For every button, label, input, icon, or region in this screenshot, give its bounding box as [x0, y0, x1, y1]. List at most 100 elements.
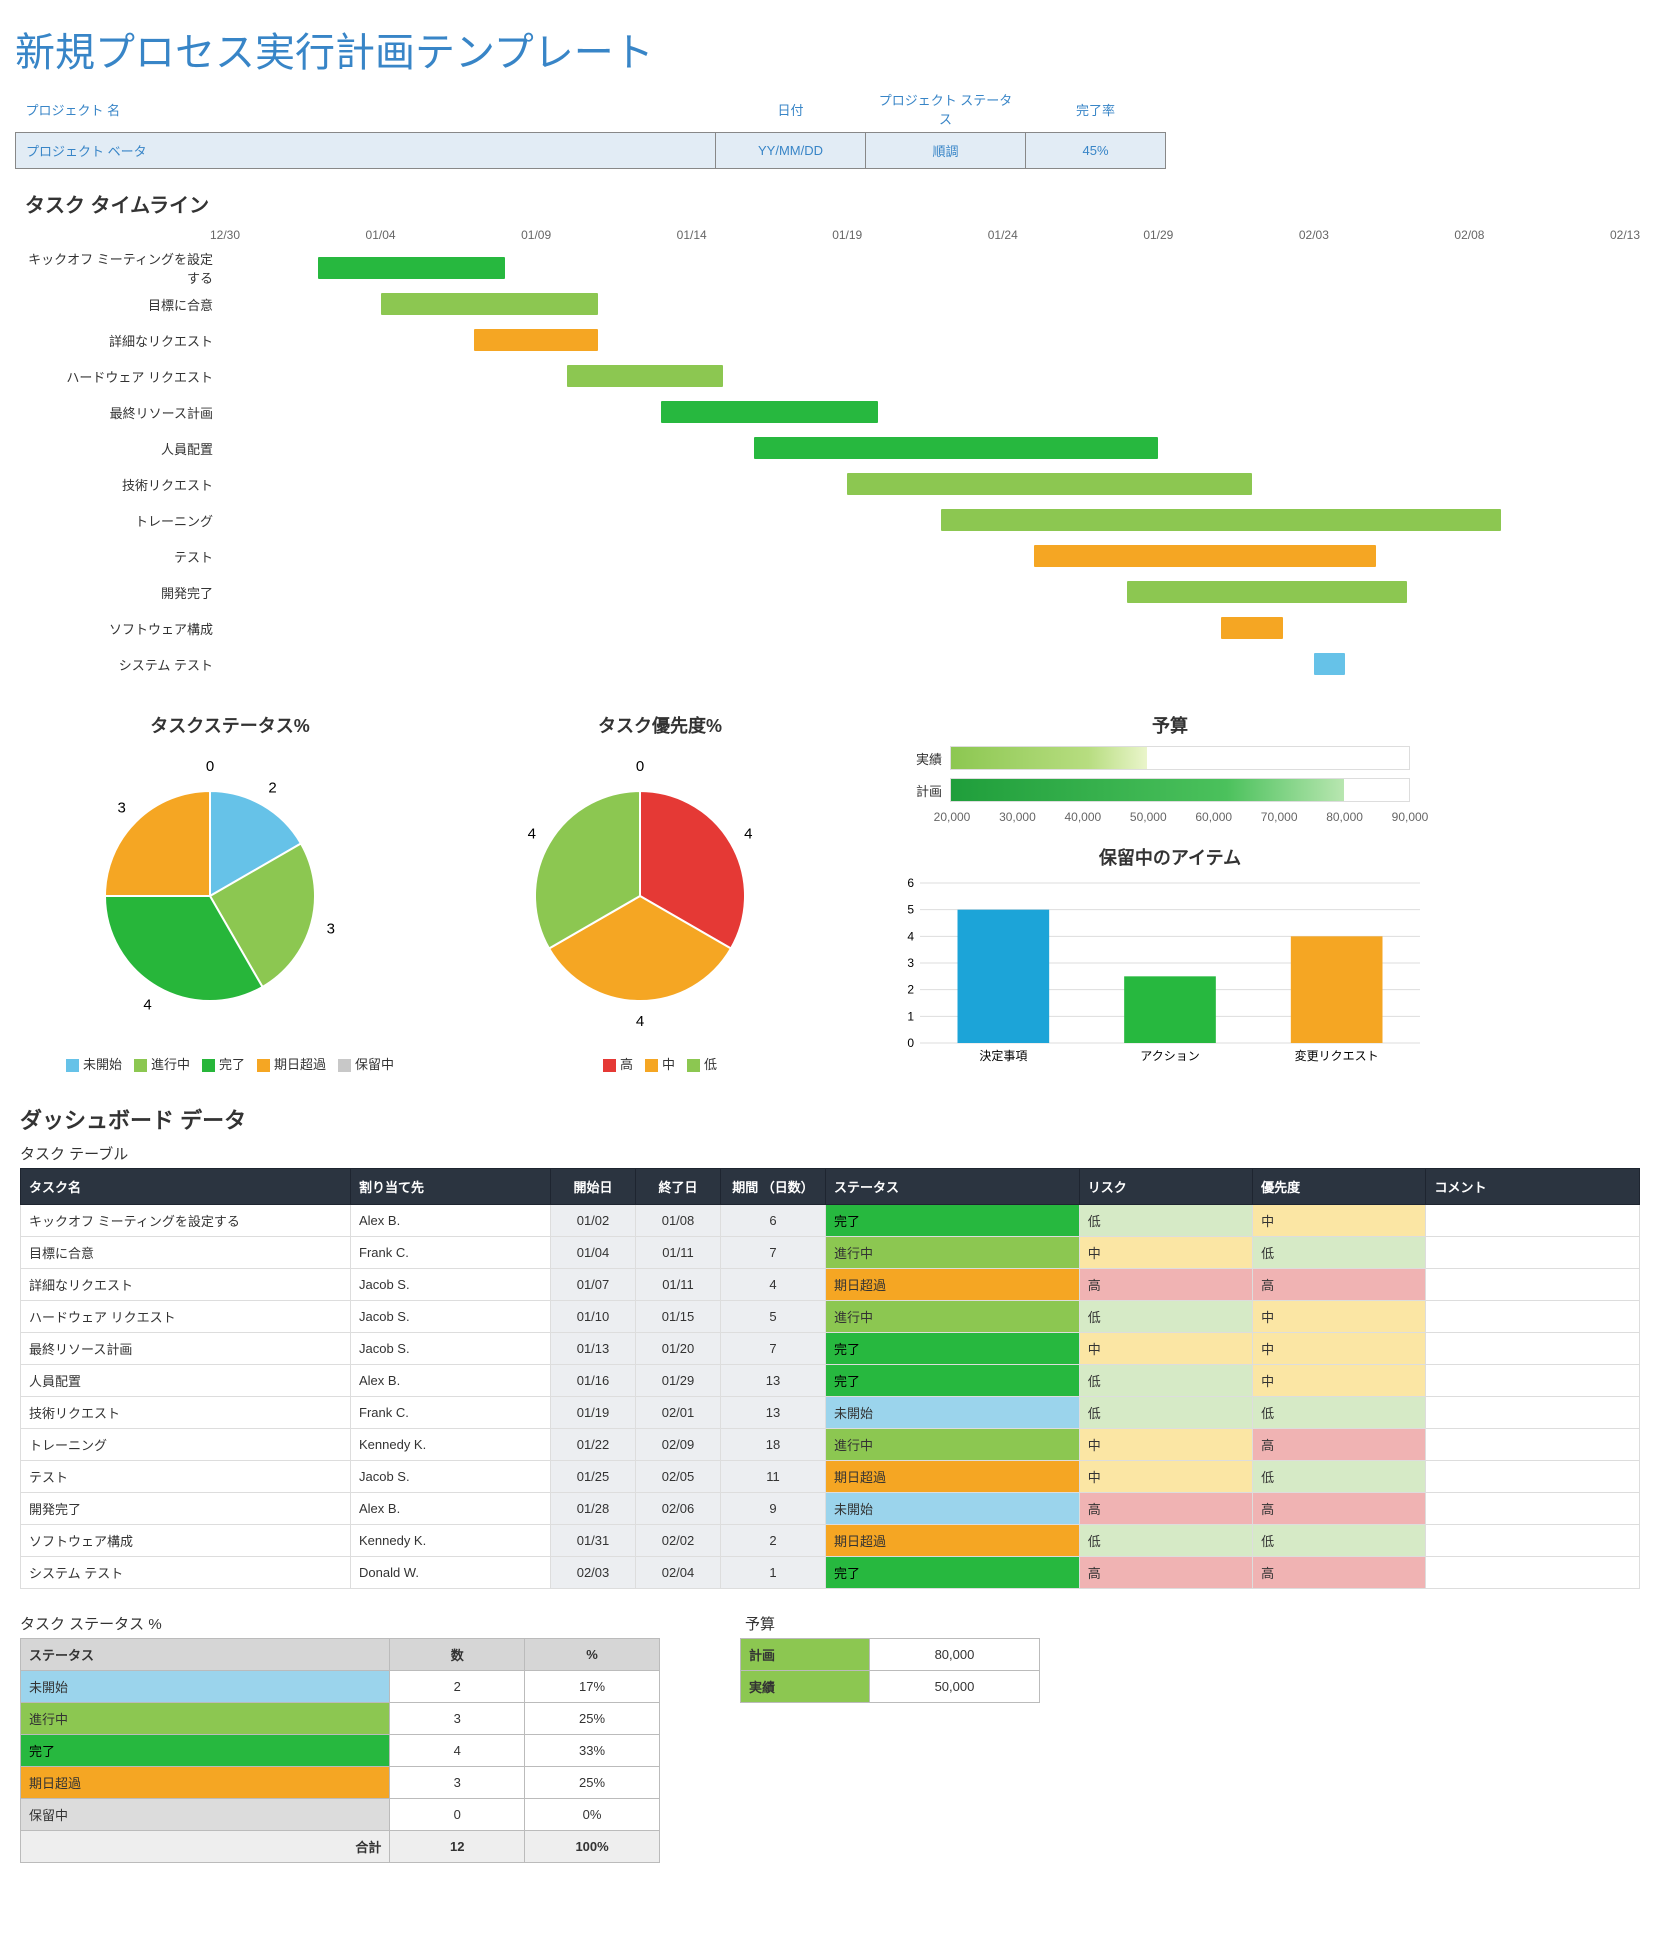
project-name-cell[interactable]: プロジェクト ベータ — [16, 133, 716, 169]
table-row[interactable]: 最終リソース計画Jacob S.01/1301/207完了中中 — [21, 1333, 1640, 1365]
table-row[interactable]: 進行中325% — [21, 1703, 660, 1735]
table-cell: 01/20 — [636, 1333, 721, 1365]
table-row[interactable]: 完了433% — [21, 1735, 660, 1767]
table-cell: 低 — [1253, 1237, 1426, 1269]
table-row[interactable]: 人員配置Alex B.01/1601/2913完了低中 — [21, 1365, 1640, 1397]
table-row[interactable]: 技術リクエストFrank C.01/1902/0113未開始低低 — [21, 1397, 1640, 1429]
budget-label-cell: 計画 — [741, 1639, 870, 1671]
gantt-task-label: キックオフ ミーティングを設定する — [25, 249, 225, 287]
priority-pie-title: タスク優先度% — [460, 712, 860, 738]
budget-bar-fill[interactable] — [951, 779, 1344, 801]
budget-bar-row: 実績 — [890, 746, 1410, 770]
table-row[interactable]: トレーニングKennedy K.01/2202/0918進行中中高 — [21, 1429, 1640, 1461]
gantt-bar[interactable] — [1127, 581, 1407, 603]
gantt-date-label: 12/30 — [210, 228, 240, 242]
project-date-cell[interactable]: YY/MM/DD — [716, 133, 866, 169]
gantt-bar[interactable] — [661, 401, 879, 423]
table-row[interactable]: キックオフ ミーティングを設定するAlex B.01/0201/086完了低中 — [21, 1205, 1640, 1237]
table-row[interactable]: 期日超過325% — [21, 1767, 660, 1799]
task-table-header[interactable]: ステータス — [826, 1169, 1080, 1205]
gantt-bar[interactable] — [941, 509, 1501, 531]
table-cell: 高 — [1253, 1429, 1426, 1461]
gantt-bar[interactable] — [318, 257, 505, 279]
held-bar[interactable] — [1291, 936, 1383, 1043]
table-cell: 技術リクエスト — [21, 1397, 351, 1429]
table-cell: 01/16 — [551, 1365, 636, 1397]
table-row[interactable]: 詳細なリクエストJacob S.01/0701/114期日超過高高 — [21, 1269, 1640, 1301]
table-row[interactable]: 目標に合意Frank C.01/0401/117進行中中低 — [21, 1237, 1640, 1269]
task-table-header[interactable]: タスク名 — [21, 1169, 351, 1205]
gantt-bar[interactable] — [474, 329, 598, 351]
table-cell: 01/31 — [551, 1525, 636, 1557]
task-table-header[interactable]: 割り当て先 — [351, 1169, 551, 1205]
gantt-date-label: 01/14 — [677, 228, 707, 242]
budget-axis-label: 30,000 — [999, 810, 1036, 824]
table-cell: 01/02 — [551, 1205, 636, 1237]
table-row[interactable]: システム テストDonald W.02/0302/041完了高高 — [21, 1557, 1640, 1589]
held-bar-chart: 0123456決定事項アクション変更リクエスト — [890, 878, 1430, 1068]
gantt-bar[interactable] — [1221, 617, 1283, 639]
table-cell: 低 — [1079, 1301, 1252, 1333]
legend-item: 未開始 — [66, 1054, 122, 1073]
table-cell: 合計 — [21, 1831, 390, 1863]
held-x-label: アクション — [1140, 1049, 1199, 1063]
project-pct-cell[interactable]: 45% — [1026, 133, 1166, 169]
gantt-date-axis: 12/3001/0401/0901/1401/1901/2401/2902/03… — [225, 228, 1625, 250]
table-row[interactable]: 保留中00% — [21, 1799, 660, 1831]
gantt-bar[interactable] — [1034, 545, 1376, 567]
status-count-cell: 3 — [390, 1703, 525, 1735]
status-pct-cell: 33% — [525, 1735, 660, 1767]
gantt-task-label: システム テスト — [25, 655, 225, 674]
table-cell: 01/15 — [636, 1301, 721, 1333]
table-cell: 高 — [1253, 1269, 1426, 1301]
project-status-cell[interactable]: 順調 — [866, 133, 1026, 169]
table-row[interactable]: ソフトウェア構成Kennedy K.01/3102/022期日超過低低 — [21, 1525, 1640, 1557]
table-cell: ソフトウェア構成 — [21, 1525, 351, 1557]
budget-bar-fill[interactable] — [951, 747, 1147, 769]
budget-bar-label: 実績 — [890, 749, 950, 768]
gantt-row: ハードウェア リクエスト — [25, 358, 1662, 394]
task-table-header[interactable]: コメント — [1426, 1169, 1640, 1205]
table-row[interactable]: 未開始217% — [21, 1671, 660, 1703]
budget-table-title: 予算 — [745, 1613, 1040, 1634]
legend-swatch — [257, 1059, 270, 1072]
table-cell: 期日超過 — [826, 1525, 1080, 1557]
table-cell: トレーニング — [21, 1429, 351, 1461]
held-title: 保留中のアイテム — [890, 844, 1450, 870]
held-bar[interactable] — [958, 910, 1050, 1043]
gantt-bar[interactable] — [1314, 653, 1345, 675]
gantt-task-label: 最終リソース計画 — [25, 403, 225, 422]
task-table-header[interactable]: 終了日 — [636, 1169, 721, 1205]
info-header-date: 日付 — [716, 86, 866, 133]
task-status-pie-legend: 未開始進行中完了期日超過保留中 — [30, 1054, 430, 1073]
gantt-date-label: 01/09 — [521, 228, 551, 242]
held-bar[interactable] — [1124, 976, 1216, 1043]
table-cell: 13 — [721, 1397, 826, 1429]
gantt-date-label: 02/08 — [1454, 228, 1484, 242]
table-row[interactable]: 計画80,000 — [741, 1639, 1040, 1671]
legend-item: 保留中 — [338, 1054, 394, 1073]
table-row[interactable]: ハードウェア リクエストJacob S.01/1001/155進行中低中 — [21, 1301, 1640, 1333]
timeline-title: タスク タイムライン — [25, 189, 1662, 218]
task-table-header[interactable]: リスク — [1079, 1169, 1252, 1205]
task-table-header[interactable]: 期間 （日数） — [721, 1169, 826, 1205]
table-cell: 01/13 — [551, 1333, 636, 1365]
gantt-bar[interactable] — [567, 365, 723, 387]
table-row[interactable]: テストJacob S.01/2502/0511期日超過中低 — [21, 1461, 1640, 1493]
priority-pie-panel: タスク優先度% 4440 高中低 — [460, 712, 860, 1073]
table-row[interactable]: 開発完了Alex B.01/2802/069未開始高高 — [21, 1493, 1640, 1525]
gantt-bar[interactable] — [754, 437, 1158, 459]
table-cell: 完了 — [826, 1333, 1080, 1365]
task-table-header[interactable]: 開始日 — [551, 1169, 636, 1205]
table-row[interactable]: 実績50,000 — [741, 1671, 1040, 1703]
task-table-header[interactable]: 優先度 — [1253, 1169, 1426, 1205]
info-header-status: プロジェクト ステータス — [866, 86, 1026, 133]
gantt-bar[interactable] — [847, 473, 1251, 495]
table-cell: 高 — [1079, 1557, 1252, 1589]
table-cell: Frank C. — [351, 1237, 551, 1269]
table-cell: 01/22 — [551, 1429, 636, 1461]
gantt-bar[interactable] — [381, 293, 599, 315]
gantt-task-label: テスト — [25, 547, 225, 566]
status-pct-cell: 25% — [525, 1703, 660, 1735]
legend-item: 高 — [603, 1054, 633, 1073]
